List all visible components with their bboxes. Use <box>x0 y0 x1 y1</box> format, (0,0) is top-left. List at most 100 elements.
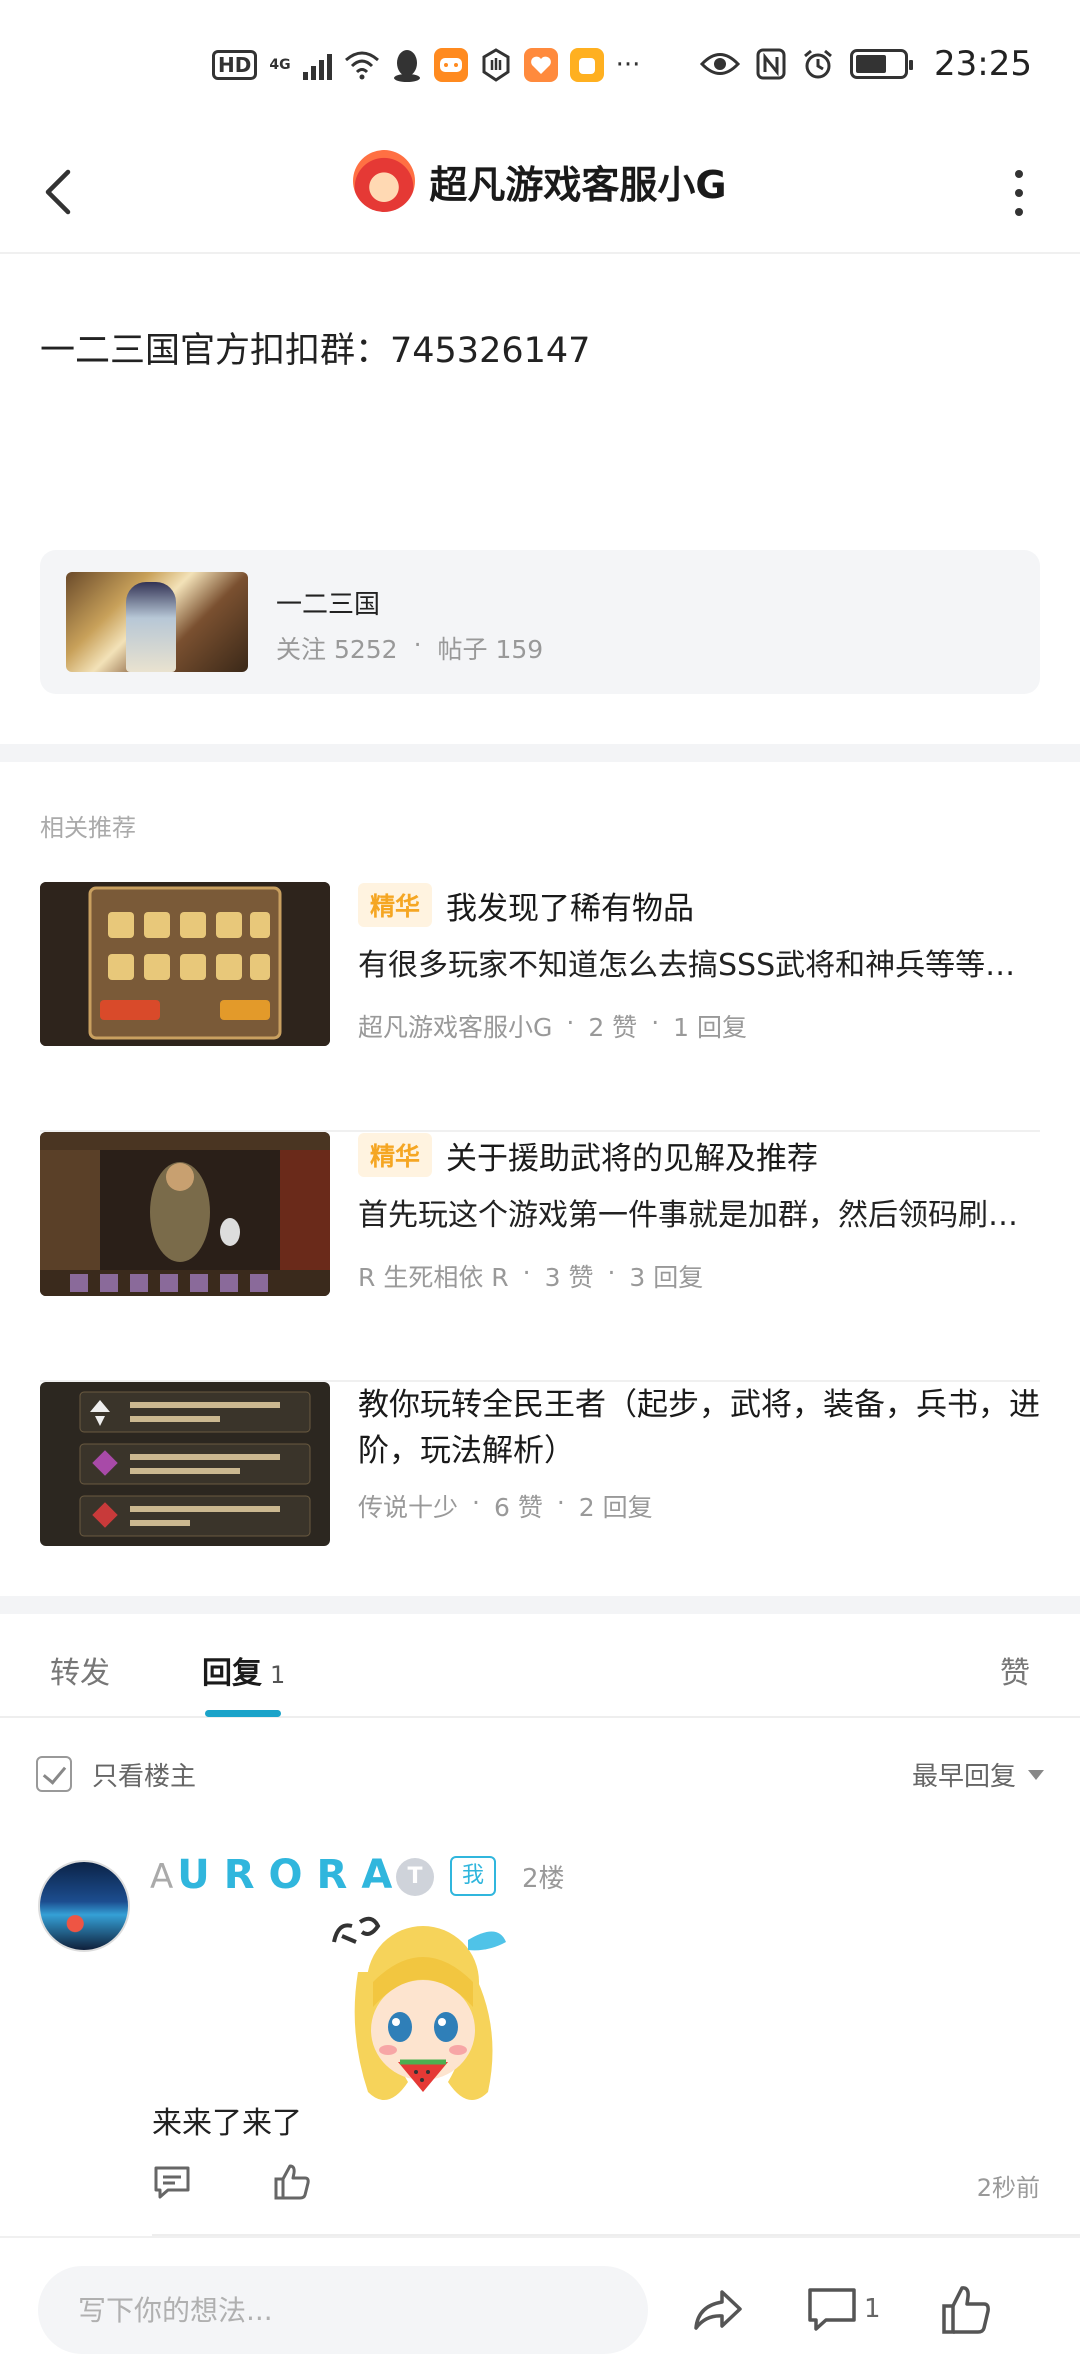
game-app-icon <box>433 48 468 82</box>
tab-like[interactable]: 赞 <box>1000 1648 1030 1692</box>
related-likes: 2 赞 <box>588 1013 638 1042</box>
comment-icon[interactable] <box>152 2162 192 2202</box>
top-header: 超凡游戏客服小G <box>0 130 1080 254</box>
separator-dot: · <box>413 630 422 659</box>
hd-indicator: HD <box>212 50 258 80</box>
comment-count: 1 <box>864 2294 881 2324</box>
related-author[interactable]: 传说十少 <box>358 1488 458 1524</box>
related-body: 教你玩转全民王者（起步，武将，装备，兵书，进阶，玩法解析） 传说十少 · 6 赞 ·… <box>358 1382 1040 1524</box>
related-section-title: 相关推荐 <box>40 814 136 842</box>
related-summary: 首先玩这个游戏第一件事就是加群，然后领码刷… <box>358 1198 1018 1233</box>
nfc-icon <box>756 48 786 80</box>
reply-actions <box>152 2162 312 2202</box>
more-dot-icon <box>1015 208 1023 216</box>
level-badge: T <box>396 1858 434 1896</box>
author-avatar[interactable] <box>353 150 416 212</box>
sticker-image <box>332 1916 506 2100</box>
related-thumbnail <box>40 882 330 1046</box>
hand-icon <box>482 48 510 82</box>
thumbs-up-icon[interactable] <box>938 2282 994 2338</box>
reply-username[interactable]: AURORA <box>150 1852 406 1898</box>
signal-icon <box>302 50 332 80</box>
related-likes: 6 赞 <box>493 1493 543 1522</box>
reply-item: AURORA T 我 2楼 来来了来了 2秒前 <box>0 1852 1080 2236</box>
alarm-icon <box>804 49 832 79</box>
share-icon[interactable] <box>690 2282 746 2338</box>
battery-icon <box>850 49 914 79</box>
status-right: 23:25 <box>700 44 1032 84</box>
thumbs-up-icon[interactable] <box>272 2162 312 2202</box>
caret-down-icon <box>1028 1769 1044 1780</box>
more-menu-button[interactable] <box>1012 170 1026 216</box>
forum-card[interactable]: 一二三国 关注 5252 · 帖子 159 <box>40 550 1040 694</box>
reply-filter-row: 只看楼主 最早回复 <box>36 1752 1044 1796</box>
avatar[interactable] <box>38 1860 130 1952</box>
title-group: 超凡游戏客服小G <box>0 150 1080 212</box>
me-badge: 我 <box>450 1856 497 1896</box>
tab-reply-label: 回复 <box>202 1656 262 1691</box>
health-app-icon <box>523 48 558 82</box>
active-tab-indicator <box>205 1710 281 1717</box>
related-title: 我发现了稀有物品 <box>446 890 695 927</box>
related-likes: 3 赞 <box>544 1263 594 1292</box>
forum-followers: 关注 5252 <box>276 635 398 664</box>
related-title: 教你玩转全民王者（起步，武将，装备，兵书，进阶，玩法解析） <box>358 1387 1040 1469</box>
related-item[interactable]: 教你玩转全民王者（起步，武将，装备，兵书，进阶，玩法解析） 传说十少 · 6 赞 ·… <box>40 1382 1040 1632</box>
related-replies: 3 回复 <box>629 1263 704 1292</box>
related-item[interactable]: 精华 关于援助武将的见解及推荐 首先玩这个游戏第一件事就是加群，然后领码刷… R… <box>40 1132 1040 1382</box>
bottom-action-bar: 1 <box>0 2236 1080 2376</box>
related-meta: R 生死相依 R · 3 赞 · 3 回复 <box>358 1258 704 1294</box>
status-bar: HD 4G ··· 23:25 <box>0 0 1080 130</box>
tab-reply[interactable]: 回复 1 <box>202 1648 285 1692</box>
related-meta: 超凡游戏客服小G · 2 赞 · 1 回复 <box>358 1008 747 1044</box>
forum-name: 一二三国 <box>276 590 381 620</box>
comment-icon[interactable] <box>804 2282 860 2338</box>
sort-label: 最早回复 <box>911 1762 1016 1792</box>
forum-posts: 帖子 159 <box>437 635 544 664</box>
forum-stats: 关注 5252 · 帖子 159 <box>276 630 543 666</box>
tab-reply-count: 1 <box>270 1661 286 1689</box>
related-replies: 1 回复 <box>673 1013 747 1042</box>
section-divider <box>0 1596 1080 1614</box>
page-title: 超凡游戏客服小G <box>429 162 727 207</box>
related-author[interactable]: R 生死相依 R <box>358 1258 509 1294</box>
featured-badge: 精华 <box>358 1133 433 1177</box>
related-thumbnail <box>40 1382 330 1546</box>
post-content: 一二三国官方扣扣群：745326147 <box>40 331 591 371</box>
network-type: 4G <box>269 57 291 73</box>
section-divider <box>0 744 1080 762</box>
tab-forward[interactable]: 转发 <box>50 1648 110 1692</box>
related-thumbnail <box>40 1132 330 1296</box>
related-headline: 精华 我发现了稀有物品 <box>358 882 1040 928</box>
related-body: 精华 我发现了稀有物品 有很多玩家不知道怎么去搞SSS武将和神兵等等… 超凡游戏… <box>358 882 1040 1044</box>
only-op-checkbox[interactable] <box>36 1756 72 1792</box>
reply-text: 来来了来了 <box>152 2106 302 2141</box>
only-op-label[interactable]: 只看楼主 <box>92 1756 196 1793</box>
status-left: HD 4G ··· <box>212 48 640 82</box>
wifi-icon <box>344 51 379 80</box>
more-notifications: ··· <box>615 50 641 80</box>
more-dot-icon <box>1015 170 1023 178</box>
related-title: 关于援助武将的见解及推荐 <box>446 1140 819 1177</box>
forum-thumbnail <box>66 572 248 672</box>
related-headline: 精华 关于援助武将的见解及推荐 <box>358 1132 1040 1178</box>
eye-icon <box>700 53 741 75</box>
interaction-tabs: 转发 回复 1 赞 <box>0 1614 1080 1718</box>
more-dot-icon <box>1015 189 1023 197</box>
username-prefix: A <box>150 1857 178 1897</box>
related-meta: 传说十少 · 6 赞 · 2 回复 <box>358 1488 653 1524</box>
related-item[interactable]: 精华 我发现了稀有物品 有很多玩家不知道怎么去搞SSS武将和神兵等等… 超凡游戏… <box>40 882 1040 1132</box>
related-replies: 2 回复 <box>578 1493 653 1522</box>
reply-time: 2秒前 <box>976 2174 1040 2202</box>
featured-badge: 精华 <box>358 883 433 927</box>
qq-icon <box>393 50 420 82</box>
related-summary: 有很多玩家不知道怎么去搞SSS武将和神兵等等… <box>358 948 1016 983</box>
floor-number: 2楼 <box>522 1864 565 1894</box>
related-author[interactable]: 超凡游戏客服小G <box>358 1008 552 1044</box>
notes-app-icon <box>569 48 604 82</box>
sort-dropdown[interactable]: 最早回复 <box>912 1756 1044 1793</box>
username-text: URORA <box>177 1852 407 1898</box>
comment-input[interactable] <box>38 2266 648 2354</box>
related-body: 精华 关于援助武将的见解及推荐 首先玩这个游戏第一件事就是加群，然后领码刷… R… <box>358 1132 1040 1294</box>
clock: 23:25 <box>934 44 1032 84</box>
